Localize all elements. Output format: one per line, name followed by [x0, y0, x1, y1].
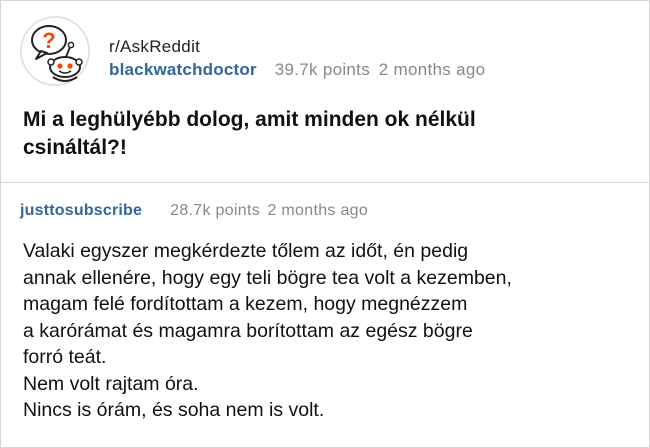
comment-line: Nincs is órám, és soha nem is volt.: [23, 399, 325, 421]
reddit-card: ? r/AskReddit blackwatchdoctor 39.7k poin…: [0, 0, 650, 448]
comment-line: Valaki egyszer megkérdezte tőlem az időt…: [23, 240, 469, 262]
askreddit-snoo-icon[interactable]: ?: [19, 15, 91, 87]
comment-body: Valaki egyszer megkérdezte tőlem az időt…: [23, 238, 638, 424]
subreddit-name[interactable]: r/AskReddit: [109, 37, 200, 57]
post-title-line: csináltál?!: [23, 136, 127, 159]
svg-text:?: ?: [42, 28, 55, 53]
comment-points: 28.7k points: [170, 202, 261, 219]
comment: justtosubscribe 28.7k points 2 months ago…: [1, 183, 649, 447]
comment-line: annak ellenére, hogy egy teli bögre tea …: [23, 266, 512, 289]
comment-line: magam felé fordítottam a kezem, hogy meg…: [23, 293, 468, 315]
comment-line: Nem volt rajtam óra.: [23, 372, 199, 395]
post-time: 2 months ago: [378, 60, 486, 79]
comment-author-link[interactable]: justtosubscribe: [20, 202, 142, 219]
comment-meta: justtosubscribe 28.7k points 2 months ago: [20, 202, 368, 220]
comment-line: a karórámat és magamra borítottam az egé…: [23, 319, 473, 342]
post-points: 39.7k points: [274, 60, 371, 79]
post-title-line: Mi a leghülyébb dolog, amit minden ok né…: [23, 108, 476, 131]
comment-time: 2 months ago: [267, 202, 369, 219]
post-meta: blackwatchdoctor 39.7k points 2 months ag…: [109, 60, 485, 80]
comment-line: forró teát.: [23, 346, 107, 368]
post-header: ? r/AskReddit blackwatchdoctor 39.7k poin…: [1, 1, 649, 183]
post-title[interactable]: Mi a leghülyébb dolog, amit minden ok né…: [23, 106, 623, 162]
post-author-link[interactable]: blackwatchdoctor: [109, 60, 257, 79]
